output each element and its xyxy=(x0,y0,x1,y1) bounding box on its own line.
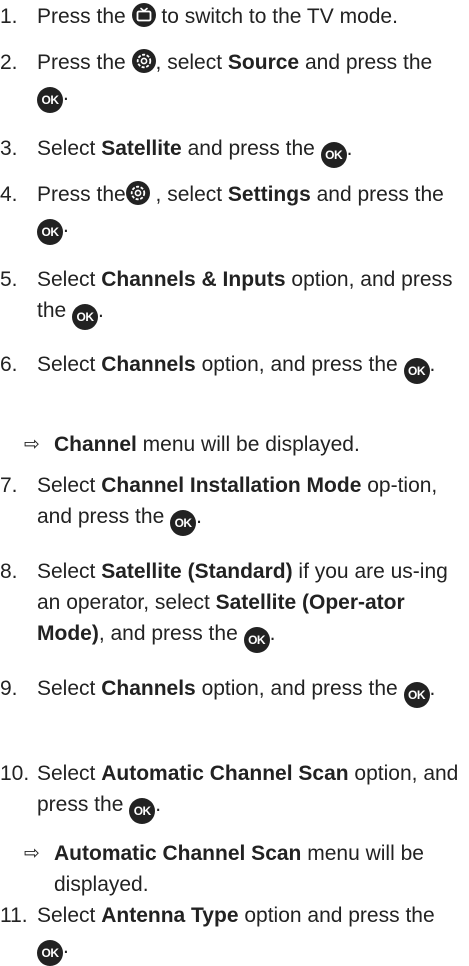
settings-gear-icon xyxy=(125,181,150,205)
step-text: Select Channels option, and press the OK… xyxy=(37,673,462,708)
step-number: 11. xyxy=(0,904,28,927)
tv-icon xyxy=(131,3,156,27)
step-number: 6. xyxy=(0,353,18,376)
step-result: ⇨ Channel menu will be displayed. xyxy=(24,429,464,460)
step-text: Select Satellite (Standard) if you are u… xyxy=(37,556,462,653)
step-number: 10. xyxy=(0,762,30,785)
settings-gear-icon xyxy=(131,49,156,73)
step-number: 3. xyxy=(0,137,18,160)
step-text: Select Automatic Channel Scan option, an… xyxy=(37,758,462,824)
step-text: Select Satellite and press the OK. xyxy=(37,133,462,168)
step-4: 4. Press the , select Settings and press… xyxy=(0,179,462,245)
step-7: 7. Select Channel Installation Mode op-t… xyxy=(0,470,462,536)
ok-icon: OK xyxy=(403,358,430,384)
result-text: Channel menu will be displayed. xyxy=(54,433,360,456)
ok-icon: OK xyxy=(37,940,63,966)
step-text: Select Channel Installation Mode op-tion… xyxy=(37,470,462,536)
step-number: 4. xyxy=(0,183,18,206)
step-text: Press the , select Source and press the … xyxy=(37,47,462,113)
step-text: Press the to switch to the TV mode. xyxy=(37,3,398,28)
step-number: 9. xyxy=(0,677,18,700)
result-text: Automatic Channel Scan menu will be disp… xyxy=(54,842,424,896)
ok-icon: OK xyxy=(72,304,99,330)
step-5: 5. Select Channels & Inputs option, and … xyxy=(0,264,462,330)
arrow-right-icon: ⇨ xyxy=(24,842,40,864)
ok-icon: OK xyxy=(320,142,347,168)
ok-icon: OK xyxy=(37,87,63,113)
ok-icon: OK xyxy=(403,682,430,708)
ok-icon: OK xyxy=(170,510,197,536)
step-11: 11. Select Antenna Type option and press… xyxy=(0,900,462,966)
step-text: Select Channels option, and press the OK… xyxy=(37,349,462,384)
step-number: 5. xyxy=(0,268,18,291)
step-number: 8. xyxy=(0,560,18,583)
step-3: 3. Select Satellite and press the OK. xyxy=(0,133,462,168)
ok-icon: OK xyxy=(129,798,156,824)
arrow-right-icon: ⇨ xyxy=(24,433,40,455)
step-number: 2. xyxy=(0,51,18,74)
step-text: Select Antenna Type option and press the… xyxy=(37,900,462,966)
step-text: Press the , select Settings and press th… xyxy=(37,179,462,245)
step-6: 6. Select Channels option, and press the… xyxy=(0,349,462,384)
step-9: 9. Select Channels option, and press the… xyxy=(0,673,462,708)
step-number: 7. xyxy=(0,474,18,497)
ok-icon: OK xyxy=(243,627,270,653)
step-8: 8. Select Satellite (Standard) if you ar… xyxy=(0,556,462,653)
step-text: Select Channels & Inputs option, and pre… xyxy=(37,264,462,330)
step-2: 2. Press the , select Source and press t… xyxy=(0,47,462,113)
step-10: 10. Select Automatic Channel Scan option… xyxy=(0,758,462,824)
step-number: 1. xyxy=(0,5,18,28)
ok-icon: OK xyxy=(37,219,63,245)
step-result: ⇨ Automatic Channel Scan menu will be di… xyxy=(24,838,464,900)
step-1: 1. Press the to switch to the TV mode. xyxy=(0,1,462,32)
